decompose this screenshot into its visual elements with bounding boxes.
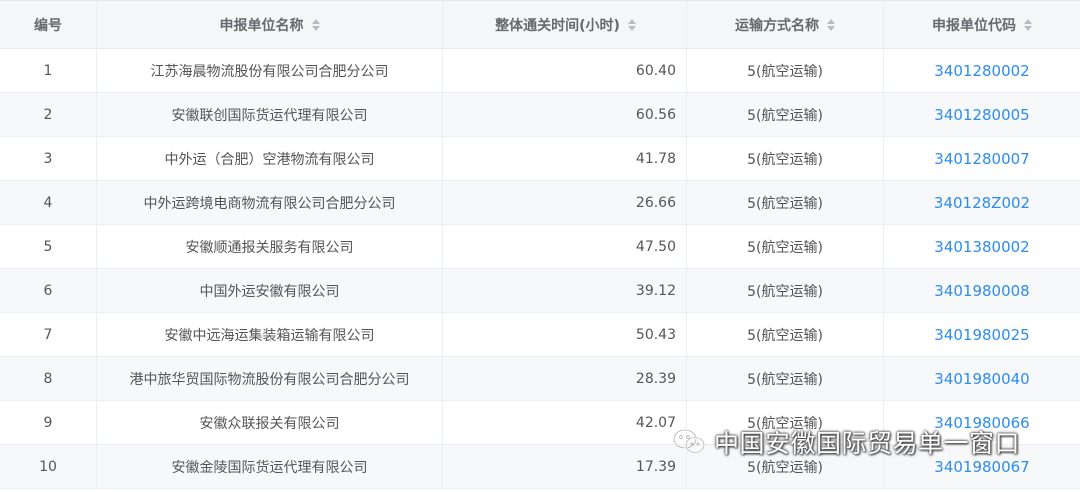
company-code-link[interactable]: 3401980025 — [934, 326, 1029, 344]
table-row: 10 安徽金陵国际货运代理有限公司 17.39 5(航空运输) 34019800… — [0, 445, 1080, 489]
cell-company-name: 安徽顺通报关服务有限公司 — [97, 225, 443, 268]
column-header-label: 整体通关时间(小时) — [495, 17, 620, 34]
cell-company-name: 安徽金陵国际货运代理有限公司 — [97, 445, 443, 488]
cell-company-name: 安徽中远海运集装箱运输有限公司 — [97, 313, 443, 356]
column-header-label: 申报单位名称 — [219, 17, 304, 34]
company-code-link[interactable]: 3401380002 — [934, 238, 1029, 256]
column-header-no: 编号 — [0, 1, 97, 48]
sort-icon[interactable] — [311, 18, 320, 31]
cell-company-code: 3401980025 — [884, 313, 1080, 356]
cell-clearance-hours: 17.39 — [443, 445, 687, 488]
cell-no: 4 — [0, 181, 97, 224]
cell-no: 9 — [0, 401, 97, 444]
sort-icon[interactable] — [1024, 18, 1032, 31]
table-row: 4 中外运跨境电商物流有限公司合肥分公司 26.66 5(航空运输) 34012… — [0, 181, 1080, 225]
table-row: 3 中外运（合肥）空港物流有限公司 41.78 5(航空运输) 34012800… — [0, 137, 1080, 181]
table-row: 1 江苏海晨物流股份有限公司合肥分公司 60.40 5(航空运输) 340128… — [0, 49, 1080, 93]
company-code-link[interactable]: 3401280002 — [934, 62, 1029, 80]
cell-company-code: 3401980008 — [884, 269, 1080, 312]
table-row: 8 港中旅华贸国际物流股份有限公司合肥分公司 28.39 5(航空运输) 340… — [0, 357, 1080, 401]
cell-clearance-hours: 28.39 — [443, 357, 687, 400]
cell-company-code: 340128Z002 — [884, 181, 1080, 224]
cell-company-name: 安徽众联报关有限公司 — [97, 401, 443, 444]
company-code-link[interactable]: 3401980066 — [934, 414, 1029, 432]
company-code-link[interactable]: 3401280005 — [934, 106, 1029, 124]
cell-clearance-hours: 50.43 — [443, 313, 687, 356]
cell-transport-mode: 5(航空运输) — [687, 225, 884, 268]
company-code-link[interactable]: 3401980008 — [934, 282, 1029, 300]
cell-company-code: 3401280007 — [884, 137, 1080, 180]
cell-no: 5 — [0, 225, 97, 268]
company-code-link[interactable]: 3401280007 — [934, 150, 1029, 168]
cell-transport-mode: 5(航空运输) — [687, 313, 884, 356]
sort-icon[interactable] — [627, 18, 636, 31]
table-row: 2 安徽联创国际货运代理有限公司 60.56 5(航空运输) 340128000… — [0, 93, 1080, 137]
cell-transport-mode: 5(航空运输) — [687, 401, 884, 444]
table-row: 6 中国外运安徽有限公司 39.12 5(航空运输) 3401980008 — [0, 269, 1080, 313]
column-header-label: 编号 — [34, 17, 62, 34]
cell-clearance-hours: 39.12 — [443, 269, 687, 312]
cell-no: 1 — [0, 49, 97, 92]
cell-company-code: 3401980040 — [884, 357, 1080, 400]
table-header: 编号 申报单位名称 整体通关时间(小时) 运输方式名称 申报单位代码 — [0, 1, 1080, 49]
cell-company-code: 3401980067 — [884, 445, 1080, 488]
cell-clearance-hours: 42.07 — [443, 401, 687, 444]
sort-icon[interactable] — [827, 18, 835, 31]
data-table: 编号 申报单位名称 整体通关时间(小时) 运输方式名称 申报单位代码 1 江苏海… — [0, 0, 1080, 489]
company-code-link[interactable]: 340128Z002 — [934, 194, 1030, 212]
cell-clearance-hours: 60.56 — [443, 93, 687, 136]
cell-no: 3 — [0, 137, 97, 180]
cell-clearance-hours: 60.40 — [443, 49, 687, 92]
cell-company-name: 安徽联创国际货运代理有限公司 — [97, 93, 443, 136]
cell-clearance-hours: 26.66 — [443, 181, 687, 224]
cell-company-code: 3401280002 — [884, 49, 1080, 92]
cell-transport-mode: 5(航空运输) — [687, 445, 884, 488]
cell-company-name: 江苏海晨物流股份有限公司合肥分公司 — [97, 49, 443, 92]
cell-transport-mode: 5(航空运输) — [687, 181, 884, 224]
cell-transport-mode: 5(航空运输) — [687, 269, 884, 312]
column-header-label: 申报单位代码 — [932, 17, 1016, 34]
cell-company-name: 中外运跨境电商物流有限公司合肥分公司 — [97, 181, 443, 224]
cell-company-name: 港中旅华贸国际物流股份有限公司合肥分公司 — [97, 357, 443, 400]
cell-company-name: 中外运（合肥）空港物流有限公司 — [97, 137, 443, 180]
cell-transport-mode: 5(航空运输) — [687, 137, 884, 180]
table-row: 7 安徽中远海运集装箱运输有限公司 50.43 5(航空运输) 34019800… — [0, 313, 1080, 357]
cell-clearance-hours: 47.50 — [443, 225, 687, 268]
cell-no: 2 — [0, 93, 97, 136]
cell-transport-mode: 5(航空运输) — [687, 93, 884, 136]
company-code-link[interactable]: 3401980067 — [934, 458, 1029, 476]
column-header-label: 运输方式名称 — [735, 17, 819, 34]
cell-company-name: 中国外运安徽有限公司 — [97, 269, 443, 312]
column-header-company-code[interactable]: 申报单位代码 — [884, 1, 1080, 48]
cell-no: 6 — [0, 269, 97, 312]
cell-transport-mode: 5(航空运输) — [687, 357, 884, 400]
cell-no: 7 — [0, 313, 97, 356]
cell-no: 8 — [0, 357, 97, 400]
column-header-company-name[interactable]: 申报单位名称 — [97, 1, 443, 48]
cell-no: 10 — [0, 445, 97, 488]
column-header-transport-mode[interactable]: 运输方式名称 — [687, 1, 884, 48]
cell-transport-mode: 5(航空运输) — [687, 49, 884, 92]
table-row: 5 安徽顺通报关服务有限公司 47.50 5(航空运输) 3401380002 — [0, 225, 1080, 269]
company-code-link[interactable]: 3401980040 — [934, 370, 1029, 388]
cell-company-code: 3401380002 — [884, 225, 1080, 268]
cell-company-code: 3401980066 — [884, 401, 1080, 444]
cell-clearance-hours: 41.78 — [443, 137, 687, 180]
cell-company-code: 3401280005 — [884, 93, 1080, 136]
table-row: 9 安徽众联报关有限公司 42.07 5(航空运输) 3401980066 — [0, 401, 1080, 445]
column-header-clearance-hours[interactable]: 整体通关时间(小时) — [443, 1, 687, 48]
